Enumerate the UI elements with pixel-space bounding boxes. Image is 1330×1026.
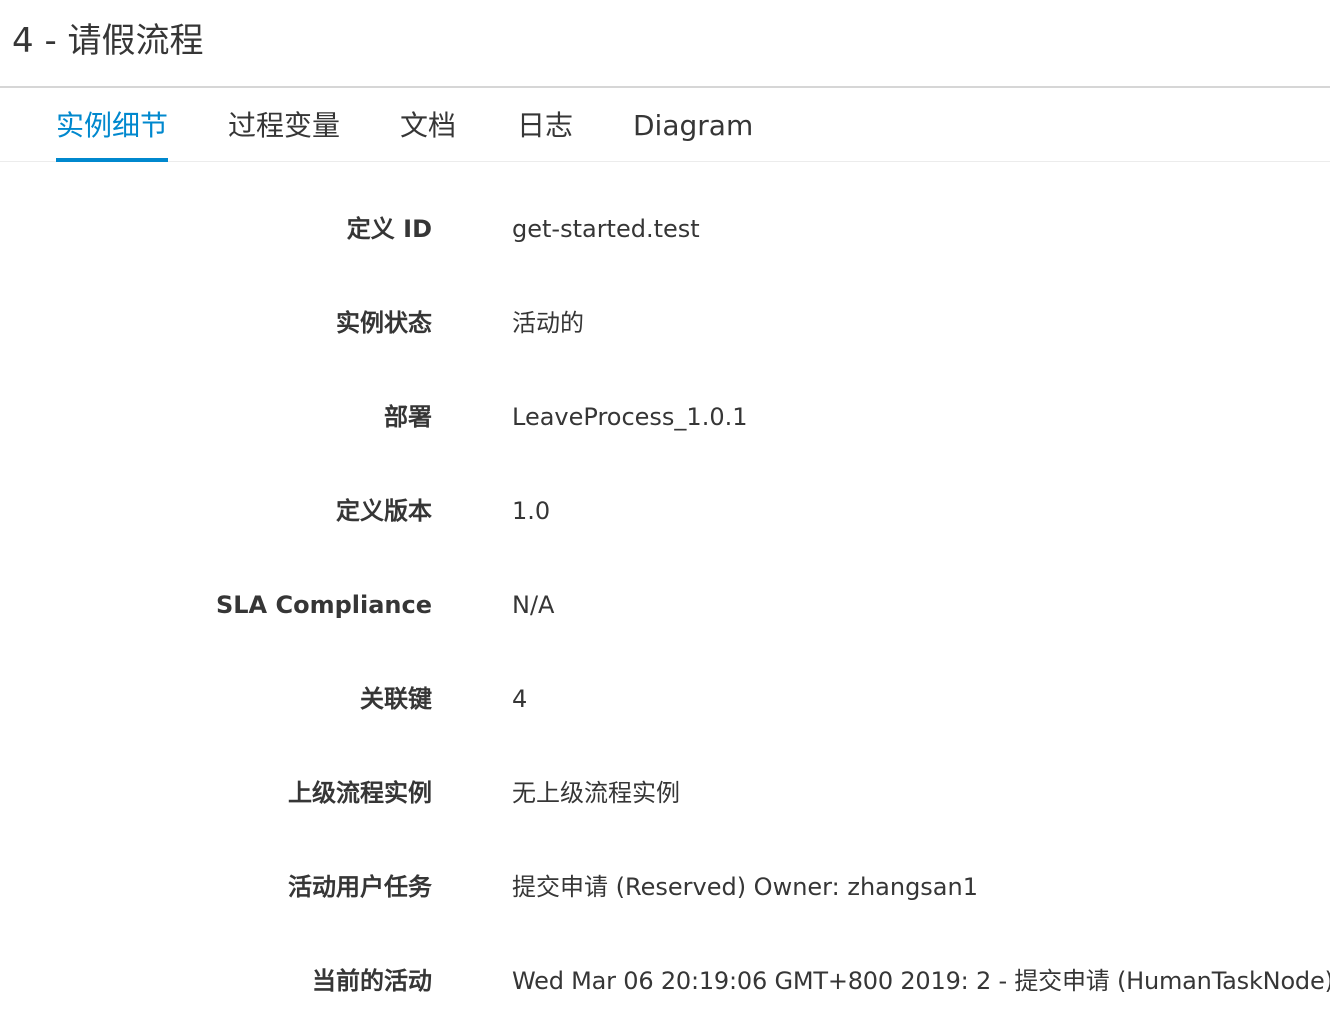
detail-label: 上级流程实例 (288, 779, 432, 807)
detail-value: 4 (512, 685, 528, 713)
detail-row-current-activities: 当前的活动 Wed Mar 06 20:19:06 GMT+800 2019: … (0, 951, 1330, 1011)
detail-label: 关联键 (360, 685, 432, 713)
detail-row-parent-instance: 上级流程实例 无上级流程实例 (0, 763, 1330, 823)
detail-label: 定义版本 (336, 497, 432, 525)
detail-value: N/A (512, 591, 555, 619)
detail-row-correlation-key: 关联键 4 (0, 669, 1330, 729)
detail-row-definition-version: 定义版本 1.0 (0, 481, 1330, 541)
detail-value: 1.0 (512, 497, 551, 525)
detail-row-instance-state: 实例状态 活动的 (0, 293, 1330, 353)
page-title: 4 - 请假流程 (12, 21, 204, 61)
tab-instance-details[interactable]: 实例细节 (56, 90, 169, 162)
detail-value: 无上级流程实例 (512, 779, 680, 807)
detail-label: 当前的活动 (312, 967, 432, 995)
detail-label: 定义 ID (346, 215, 432, 243)
detail-row-definition-id: 定义 ID get-started.test (0, 199, 1330, 259)
detail-value: 活动的 (512, 309, 584, 337)
detail-label: 部署 (384, 403, 432, 431)
detail-label: 活动用户任务 (288, 873, 432, 901)
detail-row-active-user-tasks: 活动用户任务 提交申请 (Reserved) Owner: zhangsan1 (0, 857, 1330, 917)
tab-process-variables[interactable]: 过程变量 (228, 90, 340, 161)
detail-row-sla-compliance: SLA Compliance N/A (0, 575, 1330, 635)
detail-value: LeaveProcess_1.0.1 (512, 403, 748, 431)
process-instance-page: 4 - 请假流程 实例细节 过程变量 文档 日志 Diagram 定义 ID g… (0, 0, 1330, 1026)
tab-diagram[interactable]: Diagram (633, 90, 753, 161)
tab-bar: 实例细节 过程变量 文档 日志 Diagram (0, 90, 1330, 162)
detail-value: Wed Mar 06 20:19:06 GMT+800 2019: 2 - 提交… (512, 967, 1330, 995)
detail-value: 提交申请 (Reserved) Owner: zhangsan1 (512, 873, 978, 901)
detail-value: get-started.test (512, 215, 700, 243)
title-bar: 4 - 请假流程 (0, 0, 1330, 88)
detail-row-deployment: 部署 LeaveProcess_1.0.1 (0, 387, 1330, 447)
tab-documents[interactable]: 文档 (400, 90, 456, 161)
detail-label: 实例状态 (336, 309, 432, 337)
detail-label: SLA Compliance (215, 591, 432, 619)
tab-logs[interactable]: 日志 (517, 90, 573, 161)
